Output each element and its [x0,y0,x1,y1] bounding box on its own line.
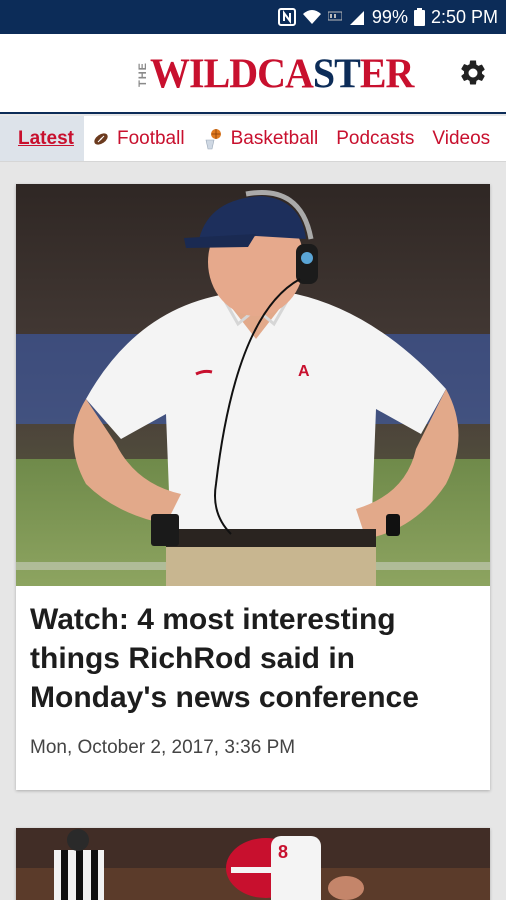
tab-videos[interactable]: Videos [423,116,499,161]
tab-latest[interactable]: Latest [0,116,84,161]
tab-label: Latest [18,127,74,149]
article-card[interactable]: A Watch: 4 most interesting things RichR… [16,184,490,790]
tab-label: Football [116,127,185,149]
wifi-icon [302,7,322,27]
tab-label: Videos [432,127,491,149]
signal-icon [348,7,366,27]
article-body: Watch: 4 most interesting things RichRod… [16,586,490,759]
article-headline[interactable]: Watch: 4 most interesting things RichRod… [30,600,476,717]
article-photo: A [16,184,490,586]
article-card[interactable]: 8 [16,828,490,900]
football-icon [93,131,109,147]
logo-the: THE [137,61,149,87]
svg-text:8: 8 [278,842,288,862]
app-header: THE WILDCASTER [0,34,506,114]
tab-football[interactable]: Football [84,116,194,161]
basketball-icon [203,128,223,150]
tab-basketball[interactable]: Basketball [194,116,328,161]
hd-icon [327,7,342,27]
tab-label: Basketball [230,127,319,149]
nfc-icon [277,7,296,27]
battery-percent: 99% [371,6,408,27]
article-date: Mon, October 2, 2017, 3:36 PM [30,737,296,758]
article-photo: 8 [16,828,490,900]
logo-wordmark: WILDCASTER [150,49,414,98]
settings-button[interactable] [454,58,492,92]
status-time: 2:50 PM [430,6,498,27]
gear-icon [458,58,488,93]
app-logo: THE WILDCASTER [137,49,414,98]
tab-label: Podcasts [336,127,415,149]
svg-text:A: A [298,363,310,380]
section-tabs: Latest Football Basketball Podcasts Vide… [0,116,506,162]
tab-podcasts[interactable]: Podcasts [327,116,423,161]
status-bar: 99% 2:50 PM [0,0,506,34]
battery-icon [413,7,425,27]
